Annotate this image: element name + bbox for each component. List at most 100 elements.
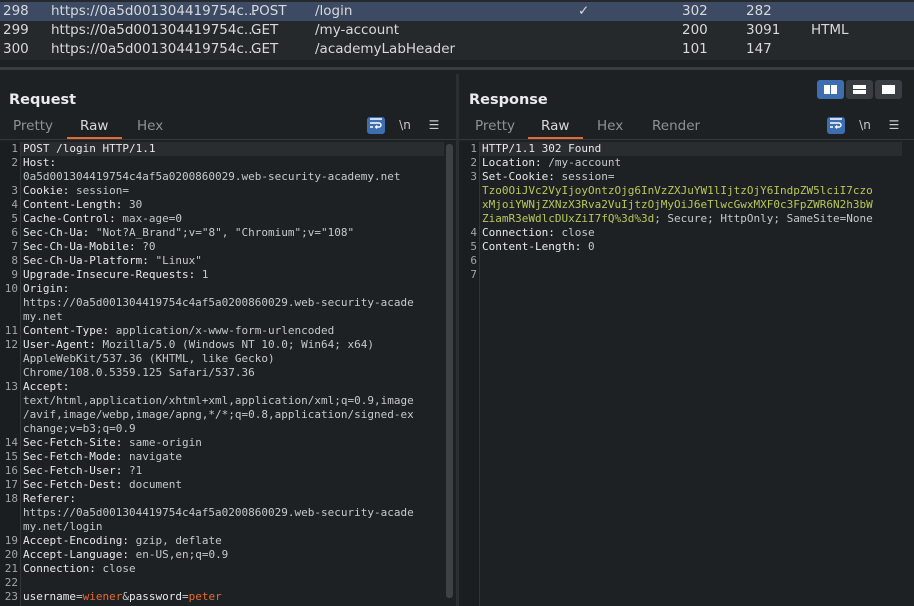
code-line: 5 Cache-Control: max-age=0 [11, 212, 444, 226]
code-line: 23 username=wiener&password=peter [5, 590, 444, 604]
table-row[interactable]: 298 https://0a5d001304419754c... POST /l… [0, 2, 914, 21]
line-number: 3 [470, 170, 477, 183]
request-editor[interactable]: 1 POST /login HTTP/1.1 2 Host: 0a5d001304419… [0, 142, 456, 606]
code-line: my.net [23, 310, 444, 324]
code-token: gzip, deflate [135, 534, 222, 547]
tab-hex[interactable]: Hex [137, 118, 163, 134]
row-method: GET [251, 41, 279, 57]
tab-pretty[interactable]: Pretty [475, 118, 515, 134]
code-token: text/html,application/xhtml+xml,applicat… [23, 394, 414, 407]
newline-toggle-button[interactable]: \n [856, 117, 874, 134]
line-number: 17 [4, 478, 18, 491]
row-host: https://0a5d001304419754c... [51, 3, 257, 19]
code-token: Sec-Fetch-Mode: [23, 450, 129, 463]
code-token: Sec-Ch-Ua-Platform: [23, 254, 156, 267]
code-line: 2 Host: [11, 156, 444, 170]
code-token: Chrome/108.0.5359.125 Safari/537.36 [23, 366, 255, 379]
code-token: Accept: [23, 380, 70, 393]
response-editor[interactable]: 1 HTTP/1.1 302 Found 2 Location: /my-accoun… [459, 142, 914, 606]
response-code[interactable]: 1 HTTP/1.1 302 Found 2 Location: /my-accoun… [470, 142, 902, 282]
code-line: 15 Sec-Fetch-Mode: navigate [5, 450, 444, 464]
code-token: en-US,en;q=0.9 [135, 548, 229, 561]
line-number: 21 [4, 562, 18, 575]
code-token: password [128, 590, 182, 603]
code-token: 1 [201, 268, 209, 281]
row-host: https://0a5d001304419754c... [51, 22, 257, 38]
divider [459, 139, 914, 140]
code-token: Sec-Ch-Ua-Mobile: [23, 240, 143, 253]
code-token: ; Secure; HttpOnly; SameSite=None [654, 212, 873, 225]
tab-pretty[interactable]: Pretty [13, 118, 53, 134]
code-token: navigate [128, 450, 182, 463]
code-token: my.net/login [23, 520, 103, 533]
wrap-lines-icon[interactable] [367, 117, 385, 134]
line-number: 2 [470, 156, 477, 169]
code-line: text/html,application/xhtml+xml,applicat… [23, 394, 444, 408]
code-token: Content-Length: [23, 198, 129, 211]
code-token: ?0 [142, 240, 156, 253]
line-number: 7 [11, 240, 18, 253]
line-number: 4 [470, 226, 477, 239]
tabbed-layout-icon[interactable] [875, 80, 902, 99]
code-token: Content-Length: [482, 240, 588, 253]
code-token: max-age=0 [122, 212, 182, 225]
code-token: Origin: [23, 282, 70, 295]
code-line: 11 Content-Type: application/x-www-form-u… [5, 324, 444, 338]
code-token: Referer: [23, 492, 76, 505]
vertical-scrollbar[interactable] [446, 144, 453, 598]
code-line: my.net/login [23, 520, 444, 534]
code-line: 4 Content-Length: 30 [11, 198, 444, 212]
code-line: 6 [470, 254, 902, 268]
menu-icon[interactable]: ☰ [885, 117, 903, 134]
line-number: 12 [4, 338, 18, 351]
code-token: Upgrade-Insecure-Requests: [23, 268, 202, 281]
code-token: Content-Type: [23, 324, 116, 337]
code-token: Accept-Language: [23, 548, 136, 561]
row-url: /my-account [315, 22, 400, 38]
layout-toggle [817, 80, 905, 99]
newline-toggle-button[interactable]: \n [396, 117, 414, 134]
code-token: https://0a5d001304419754c4af5a0200860029… [23, 506, 414, 519]
code-line: ZiamR3eWdlcDUxZiI7fQ%3d%3d; Secure; Http… [482, 212, 902, 226]
code-line: AppleWebKit/537.36 (KHTML, like Gecko) [23, 352, 444, 366]
code-line: Tzo0OiJVc2VyIjoyOntzOjg6InVzZXJuYW1lIjtz… [482, 184, 902, 198]
wrap-lines-icon[interactable] [827, 117, 845, 134]
code-line: 17 Sec-Fetch-Dest: document [5, 478, 444, 492]
code-line: https://0a5d001304419754c4af5a0200860029… [23, 506, 444, 520]
code-token: peter [188, 590, 222, 603]
tab-render[interactable]: Render [652, 118, 700, 134]
table-row[interactable]: 299 https://0a5d001304419754c... GET /my… [0, 21, 914, 40]
row-url: /academyLabHeader [315, 41, 456, 57]
code-token: Sec-Ch-Ua: [23, 226, 96, 239]
code-token: Cache-Control: [23, 212, 123, 225]
code-line: 3 Set-Cookie: session= [470, 170, 902, 184]
code-token: change;v=b3;q=0.9 [23, 422, 136, 435]
row-status: 101 [682, 41, 708, 57]
row-number: 300 [3, 41, 29, 57]
menu-icon[interactable]: ☰ [425, 117, 443, 134]
code-line: 10 Origin: [5, 282, 444, 296]
code-token: username [23, 590, 76, 603]
top-bottom-layout-icon[interactable] [846, 80, 873, 99]
code-token: HTTP/1.1 302 Found [482, 142, 602, 155]
side-by-side-layout-icon[interactable] [817, 80, 844, 99]
request-code[interactable]: 1 POST /login HTTP/1.1 2 Host: 0a5d001304419… [5, 142, 444, 604]
table-row[interactable]: 300 https://0a5d001304419754c... GET /ac… [0, 40, 914, 59]
horizontal-scrollbar[interactable] [0, 67, 914, 70]
row-method: GET [251, 22, 279, 38]
tab-raw[interactable]: Raw [541, 118, 569, 134]
code-line: xMjoiYWNjZXNzX3Rva2VuIjtzOjMyOiJ6eTlwcGw… [482, 198, 902, 212]
code-token: User-Agent: [23, 338, 103, 351]
code-token: "Not?A_Brand";v="8", "Chromium";v="108" [95, 226, 355, 239]
tab-raw[interactable]: Raw [80, 118, 108, 134]
code-line: 1 HTTP/1.1 302 Found [470, 142, 902, 156]
code-token: Sec-Fetch-Dest: [23, 478, 129, 491]
code-line: Chrome/108.0.5359.125 Safari/537.36 [23, 366, 444, 380]
code-token: close [102, 562, 136, 575]
line-number: 10 [4, 282, 18, 295]
tab-hex[interactable]: Hex [597, 118, 623, 134]
row-host: https://0a5d001304419754c... [51, 41, 257, 57]
code-line: 16 Sec-Fetch-User: ?1 [5, 464, 444, 478]
line-number: 11 [4, 324, 18, 337]
code-token: Tzo0OiJVc2VyIjoyOntzOjg6InVzZXJuYW1lIjtz… [482, 184, 873, 197]
